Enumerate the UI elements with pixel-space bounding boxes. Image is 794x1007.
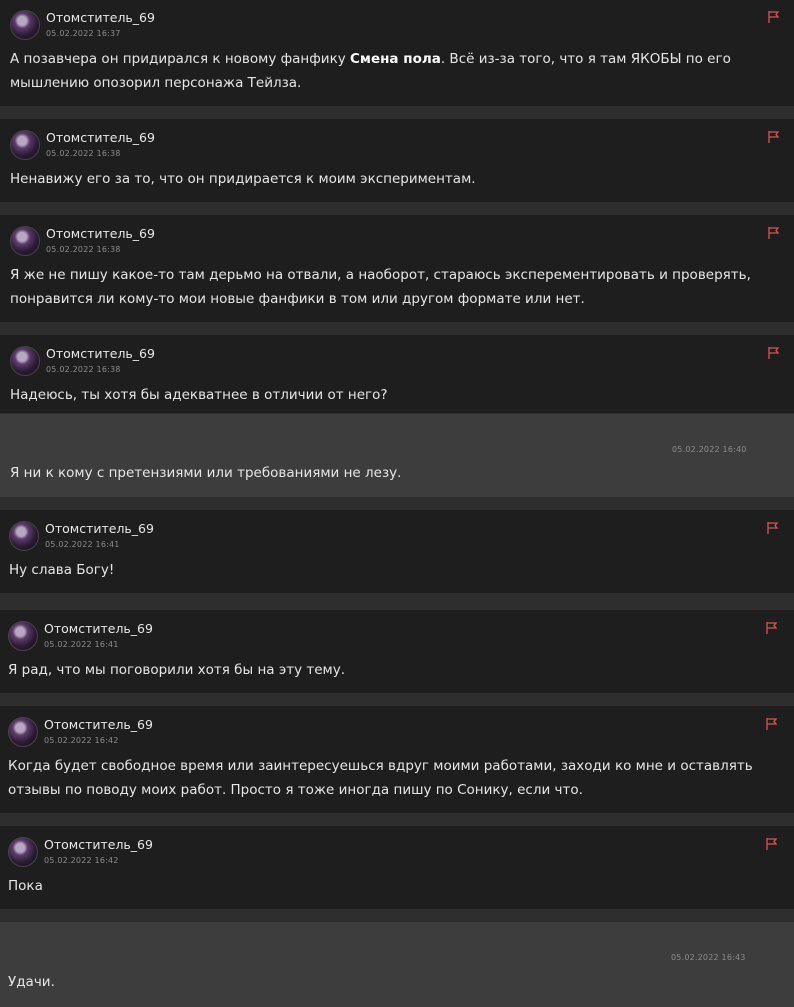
author-name[interactable]: Отомститель_69: [46, 130, 155, 145]
message: Отомститель_69 05.02.2022 16:38 Ненавижу…: [0, 119, 794, 202]
report-flag-icon[interactable]: [767, 10, 781, 24]
author-name[interactable]: Отомститель_69: [46, 226, 155, 241]
timestamp: 05.02.2022 16:42: [44, 856, 119, 865]
message-text: Пока: [8, 878, 43, 894]
author-name[interactable]: Отомститель_69: [45, 521, 154, 536]
author-name[interactable]: Отомститель_69: [44, 717, 153, 732]
message-text: отзывы по поводу моих работ. Просто я то…: [8, 782, 583, 798]
author-name[interactable]: Отомститель_69: [44, 621, 153, 636]
timestamp: 05.02.2022 16:41: [45, 540, 120, 549]
message: Отомститель_69 05.02.2022 16:37 А позавч…: [0, 0, 794, 106]
avatar[interactable]: [9, 521, 39, 551]
own-message: 05.02.2022 16:40 Я ни к кому с претензия…: [0, 414, 794, 497]
report-flag-icon[interactable]: [767, 130, 781, 144]
timestamp: 05.02.2022 16:40: [672, 445, 747, 454]
message: Отомститель_69 05.02.2022 16:38 Надеюсь,…: [0, 335, 794, 413]
message: Отомститель_69 05.02.2022 16:41 Я рад, ч…: [0, 610, 794, 693]
timestamp: 05.02.2022 16:38: [46, 149, 121, 158]
message-text: мышлению опозорил персонажа Тейлза.: [10, 75, 302, 91]
avatar[interactable]: [10, 10, 40, 40]
avatar[interactable]: [8, 717, 38, 747]
avatar[interactable]: [10, 226, 40, 256]
message-text: Я же не пишу какое-то там дерьмо на отва…: [10, 267, 751, 283]
timestamp: 05.02.2022 16:42: [44, 736, 119, 745]
message-text: Удачи.: [8, 974, 55, 990]
report-flag-icon[interactable]: [765, 837, 779, 851]
avatar[interactable]: [8, 837, 38, 867]
report-flag-icon[interactable]: [765, 717, 779, 731]
message-text: Надеюсь, ты хотя бы адекватнее в отличии…: [10, 387, 388, 403]
message-text: Ненавижу его за то, что он придирается к…: [10, 171, 476, 187]
message-text: Я рад, что мы поговорили хотя бы на эту …: [8, 662, 346, 678]
own-message: 05.02.2022 16:43 Удачи.: [0, 922, 794, 1007]
author-name[interactable]: Отомститель_69: [46, 346, 155, 361]
avatar[interactable]: [8, 621, 38, 651]
report-flag-icon[interactable]: [767, 346, 781, 360]
message: Отомститель_69 05.02.2022 16:41 Ну слава…: [0, 510, 794, 593]
timestamp: 05.02.2022 16:41: [44, 640, 119, 649]
message: Отомститель_69 05.02.2022 16:38 Я же не …: [0, 215, 794, 322]
message-text: Я ни к кому с претензиями или требования…: [10, 465, 402, 481]
timestamp: 05.02.2022 16:43: [671, 953, 746, 962]
report-flag-icon[interactable]: [765, 621, 779, 635]
avatar[interactable]: [10, 130, 40, 160]
timestamp: 05.02.2022 16:37: [46, 29, 121, 38]
message-text: А позавчера он придирался к новому фанфи…: [10, 51, 731, 67]
message: Отомститель_69 05.02.2022 16:42 Пока: [0, 826, 794, 909]
author-name[interactable]: Отомститель_69: [44, 837, 153, 852]
fanfic-title: Смена пола: [350, 51, 441, 67]
avatar[interactable]: [10, 346, 40, 376]
message-text: Когда будет свободное время или заинтере…: [8, 758, 753, 774]
message-text: понравится ли кому-то мои новые фанфики …: [10, 291, 585, 307]
timestamp: 05.02.2022 16:38: [46, 245, 121, 254]
message-text: Ну слава Богу!: [9, 562, 115, 578]
timestamp: 05.02.2022 16:38: [46, 365, 121, 374]
message: Отомститель_69 05.02.2022 16:42 Когда бу…: [0, 706, 794, 813]
report-flag-icon[interactable]: [766, 521, 780, 535]
author-name[interactable]: Отомститель_69: [46, 10, 155, 25]
report-flag-icon[interactable]: [767, 226, 781, 240]
